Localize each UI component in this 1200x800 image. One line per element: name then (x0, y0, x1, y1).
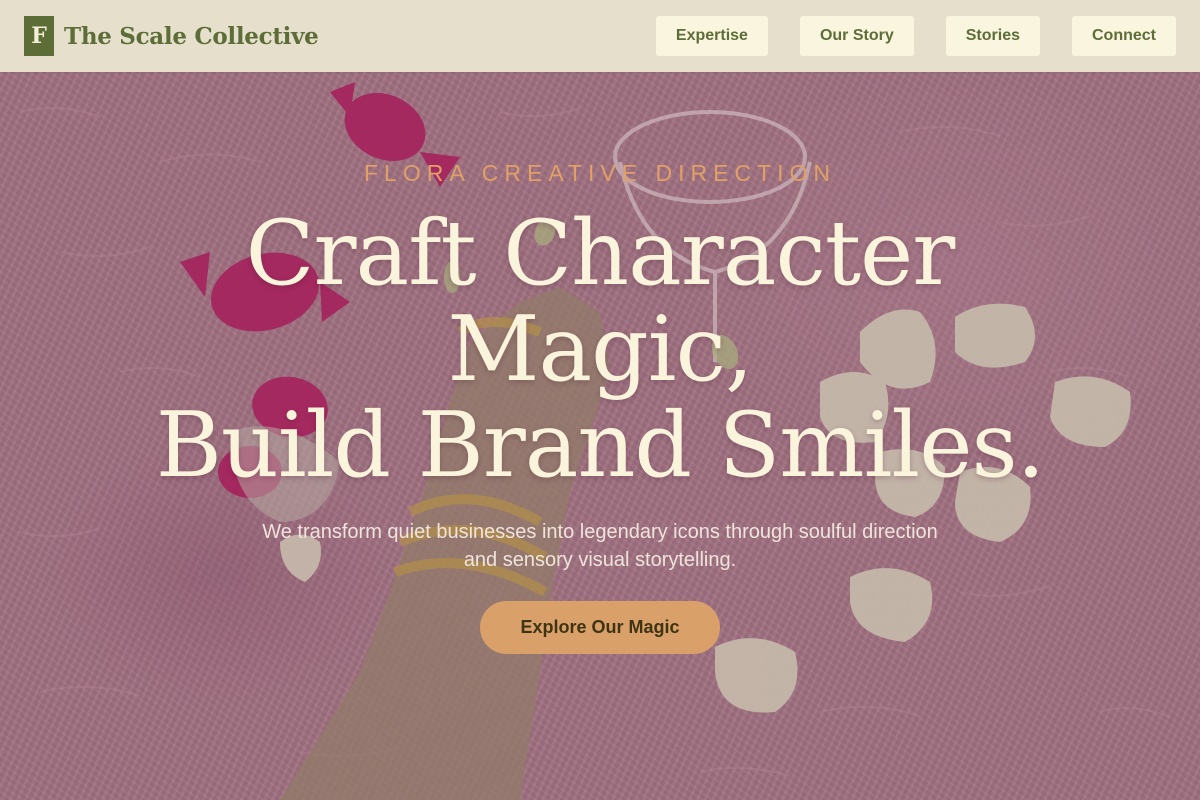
hero-eyebrow: FLORA CREATIVE DIRECTION (363, 160, 836, 186)
hero-headline: Craft Character Magic, Build Brand Smile… (0, 206, 1200, 494)
hero-section: FLORA CREATIVE DIRECTION Craft Character… (0, 72, 1200, 800)
logo-icon[interactable]: F (24, 16, 54, 56)
main-nav: Expertise Our Story Stories Connect (655, 16, 1176, 56)
headline-line-1: Craft Character (245, 201, 956, 306)
hero-subtitle: We transform quiet businesses into legen… (262, 521, 938, 571)
headline-line-3: Build Brand Smiles. (155, 393, 1046, 498)
headline-line-2: Magic, (447, 297, 753, 402)
nav-expertise-button[interactable]: Expertise (655, 16, 768, 56)
brand-name[interactable]: The Scale Collective (64, 23, 319, 50)
nav-connect-button[interactable]: Connect (1072, 16, 1176, 56)
nav-our-story-button[interactable]: Our Story (799, 16, 914, 56)
site-header: F The Scale Collective Expertise Our Sto… (0, 0, 1200, 72)
explore-magic-button[interactable]: Explore Our Magic (480, 601, 720, 654)
nav-stories-button[interactable]: Stories (945, 16, 1040, 56)
